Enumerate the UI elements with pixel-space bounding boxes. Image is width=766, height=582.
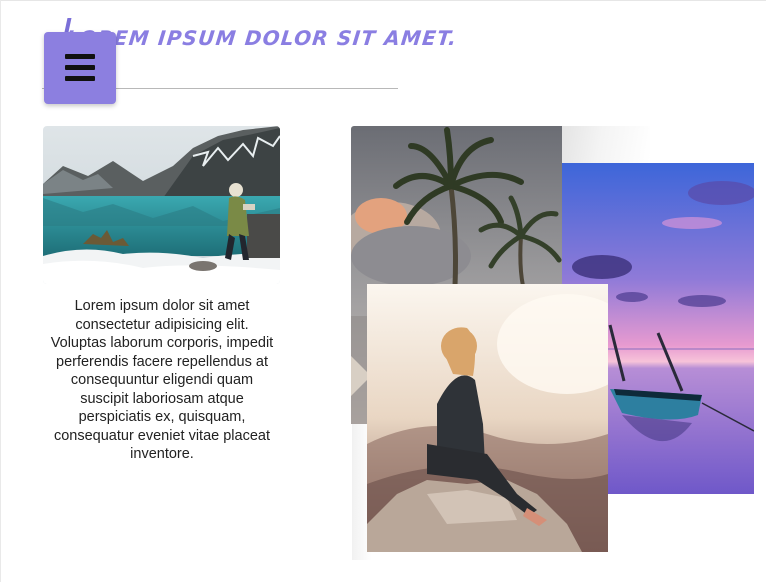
top-border [0, 0, 766, 1]
woman-on-rock-photo [367, 284, 608, 552]
menu-button[interactable] [44, 32, 116, 104]
page: LOREM IPSUM DOLOR SIT AMET. Lorem ipsum … [0, 0, 766, 582]
hamburger-menu-icon [65, 54, 95, 82]
page-title: LOREM IPSUM DOLOR SIT AMET. [64, 26, 459, 50]
photo-shadow [560, 126, 650, 164]
left-border [0, 0, 1, 582]
card-description: Lorem ipsum dolor sit amet consectetur a… [50, 298, 274, 462]
lake-mountain-photo [43, 126, 280, 284]
